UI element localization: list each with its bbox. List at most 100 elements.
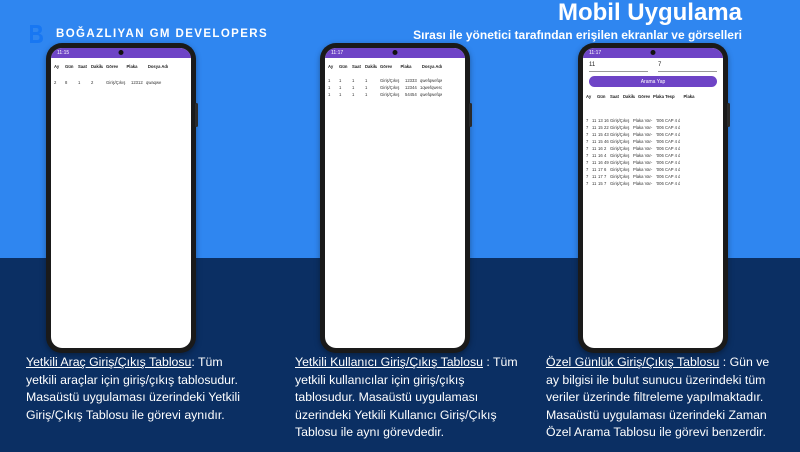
cell-task: Giriş/Çıkış	[610, 160, 630, 165]
cell-hour: 17	[598, 167, 603, 172]
cell-day: 11	[592, 125, 597, 130]
cell-plate-detect: Plaka Var-	[633, 160, 653, 165]
cell-file: qwefqwefqw	[420, 92, 442, 97]
cell-month: 7	[586, 181, 589, 186]
table-row[interactable]: 1 1 1 1 Giriş/Çıkış 123333 qwefqwefqw	[325, 77, 465, 84]
table-row[interactable]: 711162Giriş/ÇıkışPlaka Var-'006 CAP 4 de…	[583, 145, 723, 152]
cell-hour: 13	[598, 118, 603, 123]
cell-minute: 7	[604, 174, 607, 179]
cell-task: Giriş/Çıkış	[380, 78, 400, 83]
phone-side-button	[195, 103, 198, 127]
column-header: Plaka	[683, 94, 695, 99]
cell-month: 7	[586, 125, 589, 130]
table-row[interactable]: 711176Giriş/ÇıkışPlaka Var-'006 CAP 4 de…	[583, 166, 723, 173]
cell-task: Giriş/Çıkış	[610, 132, 630, 137]
table-row[interactable]: 7111649Giriş/ÇıkışPlaka Var-'006 CAP 4 d…	[583, 159, 723, 166]
caption-1: Yetkili Araç Giriş/Çıkış Tablosu: Tüm ye…	[26, 354, 254, 424]
table-header: Ay Gün Saat Dakika Görev Plaka Tespiti P…	[583, 91, 723, 101]
cell-plate-detect: Plaka Var-	[633, 167, 653, 172]
table-row[interactable]: 7111546Giriş/ÇıkışPlaka Var-'006 CAP 4 d…	[583, 138, 723, 145]
cell-plate: 1234444	[405, 85, 417, 90]
cell-day: 11	[592, 146, 597, 151]
cell-plate: '006 CAP 4 detect_arac	[656, 139, 680, 144]
cell-plate: '006 CAP 4 detect_arac	[656, 160, 680, 165]
cell-hour: 1	[352, 78, 355, 83]
phone-screen-2: 11:17 Ay Gün Saat Dakika Görev Plaka Dos…	[325, 48, 465, 348]
phone-mockup-3: 11:17 11 7 Arama Yap Ay Gün Saat Dakika …	[578, 43, 730, 353]
page-title: Mobil Uygulama	[557, 0, 742, 26]
phone-mockup-1: 11:15 Ay Gün Saat Dakika Görev Plaka Dos…	[46, 43, 198, 353]
cell-hour: 1	[78, 80, 81, 85]
cell-minute: 2	[604, 146, 607, 151]
cell-file: qwaqwe	[146, 80, 162, 85]
cell-minute: 2	[91, 80, 94, 85]
cell-plate: '006 CAP 4 detect_arac	[656, 167, 680, 172]
phone-side-button	[727, 103, 730, 127]
status-bar: 11:15	[51, 48, 191, 58]
cell-month: 1	[328, 85, 331, 90]
cell-task: Giriş/Çıkış	[380, 92, 400, 97]
table-row[interactable]: 7111522Giriş/ÇıkışPlaka Var-'006 CAP 4 d…	[583, 124, 723, 131]
cell-plate: '006 CAP 4 detect_arac	[656, 153, 680, 158]
cell-hour: 1	[352, 85, 355, 90]
table-row[interactable]: 7111316Giriş/ÇıkışPlaka Var-'006 CAP 4 d…	[583, 117, 723, 124]
cell-day: 11	[592, 118, 597, 123]
cell-plate-detect: Plaka Var-	[633, 181, 653, 186]
brand-name: BOĞAZLIYAN GM DEVELOPERS	[56, 28, 269, 40]
cell-minute: 46	[604, 139, 609, 144]
cell-plate-detect: Plaka Var-	[633, 174, 653, 179]
table-row[interactable]: 711177Giriş/ÇıkışPlaka Var-'006 CAP 4 de…	[583, 173, 723, 180]
camera-icon	[392, 50, 398, 55]
column-header: Ay	[328, 64, 334, 69]
column-header: Görev	[638, 94, 650, 99]
cell-hour: 16	[598, 153, 603, 158]
cell-day: 1	[339, 85, 342, 90]
page-subtitle: Sırası ile yönetici tarafından erişilen …	[413, 28, 742, 42]
cell-task: Giriş/Çıkış	[610, 146, 630, 151]
cell-minute: 1	[365, 85, 368, 90]
cell-minute: 49	[604, 160, 609, 165]
brand: BOĞAZLIYAN GM DEVELOPERS	[28, 24, 268, 44]
status-time: 11:15	[57, 50, 70, 56]
cell-minute: 43	[604, 132, 609, 137]
caption-title: Özel Günlük Giriş/Çıkış Tablosu	[546, 355, 720, 369]
cell-task: Giriş/Çıkış	[106, 80, 126, 85]
cell-plate: 123123	[131, 80, 143, 85]
column-header: Görev	[380, 64, 392, 69]
table-row[interactable]: 2 8 1 2 Giriş/Çıkış 123123 qwaqwe	[51, 79, 191, 86]
cell-month: 1	[328, 78, 331, 83]
cell-task: Giriş/Çıkış	[610, 125, 630, 130]
cell-month: 7	[586, 174, 589, 179]
status-bar: 11:17	[583, 48, 723, 58]
caption-title: Yetkili Kullanıcı Giriş/Çıkış Tablosu	[295, 355, 483, 369]
cell-plate: '006 CAP 4 detect_arac	[656, 146, 680, 151]
cell-plate: '006 CAP 4 detect_arac	[656, 132, 680, 137]
logo-icon	[28, 24, 44, 44]
column-header: Saat	[78, 64, 87, 69]
cell-task: Giriş/Çıkış	[610, 181, 630, 186]
month-input[interactable]: 7	[658, 62, 717, 72]
table-row[interactable]: 1 1 1 1 Giriş/Çıkış 544545 qwefqwefqw	[325, 91, 465, 98]
cell-day: 1	[339, 92, 342, 97]
cell-plate: 544545	[405, 92, 417, 97]
cell-task: Giriş/Çıkış	[610, 118, 630, 123]
table-row[interactable]: 711157Giriş/ÇıkışPlaka Var-'006 CAP 4 de…	[583, 180, 723, 187]
column-header: Dakika	[365, 64, 377, 69]
phone-screen-1: 11:15 Ay Gün Saat Dakika Görev Plaka Dos…	[51, 48, 191, 348]
table-row[interactable]: 7111543Giriş/ÇıkışPlaka Var-'006 CAP 4 d…	[583, 131, 723, 138]
cell-hour: 1	[352, 92, 355, 97]
table-row[interactable]: 1 1 1 1 Giriş/Çıkış 1234444 1qwefqwerqwe	[325, 84, 465, 91]
phone-screen-3: 11:17 11 7 Arama Yap Ay Gün Saat Dakika …	[583, 48, 723, 348]
cell-day: 8	[65, 80, 68, 85]
column-header: Saat	[610, 94, 619, 99]
search-button[interactable]: Arama Yap	[589, 76, 717, 87]
cell-day: 1	[339, 78, 342, 83]
phone-mockup-2: 11:17 Ay Gün Saat Dakika Görev Plaka Dos…	[320, 43, 472, 353]
cell-minute: 16	[604, 118, 609, 123]
table-row[interactable]: 711164Giriş/ÇıkışPlaka Var-'006 CAP 4 de…	[583, 152, 723, 159]
day-input[interactable]: 11	[589, 62, 648, 72]
caption-2: Yetkili Kullanıcı Giriş/Çıkış Tablosu : …	[295, 354, 525, 442]
cell-month: 7	[586, 146, 589, 151]
cell-day: 11	[592, 139, 597, 144]
cell-plate-detect: Plaka Var-	[633, 139, 653, 144]
